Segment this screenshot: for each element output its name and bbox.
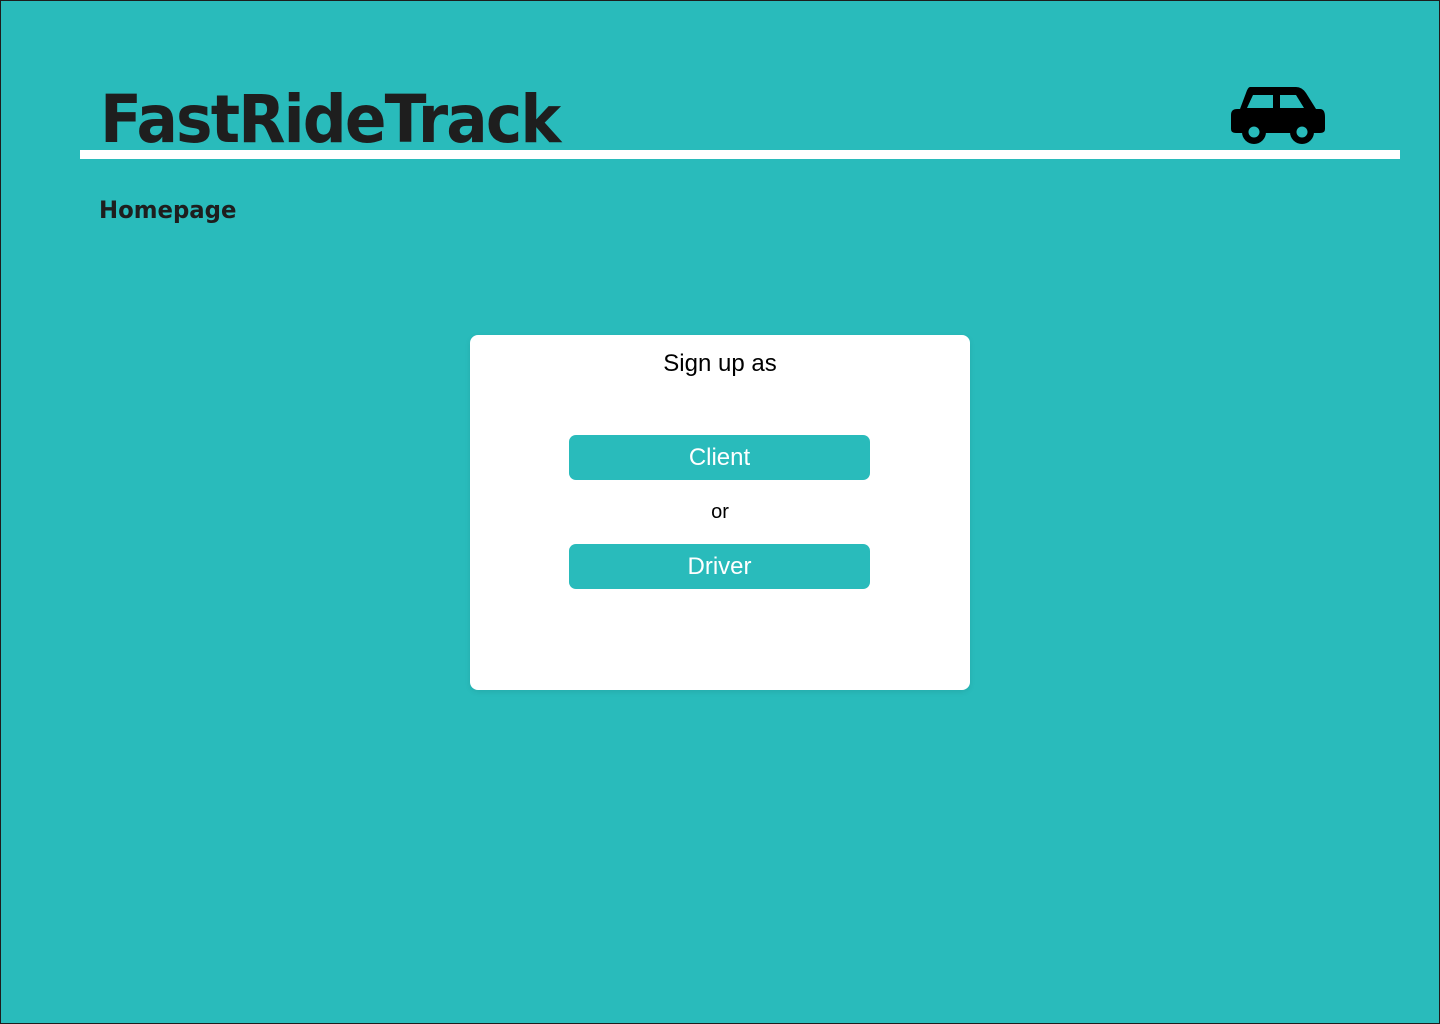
car-icon (1231, 87, 1325, 144)
client-signup-button[interactable]: Client (569, 435, 870, 480)
app-title: FastRideTrack (100, 81, 561, 158)
signup-card-title: Sign up as (663, 350, 777, 377)
signup-card: Sign up as Client or Driver (470, 335, 970, 690)
driver-signup-button[interactable]: Driver (569, 544, 870, 589)
header-divider (80, 150, 1400, 159)
separator-text: or (711, 501, 729, 523)
breadcrumb-homepage[interactable]: Homepage (99, 195, 236, 225)
